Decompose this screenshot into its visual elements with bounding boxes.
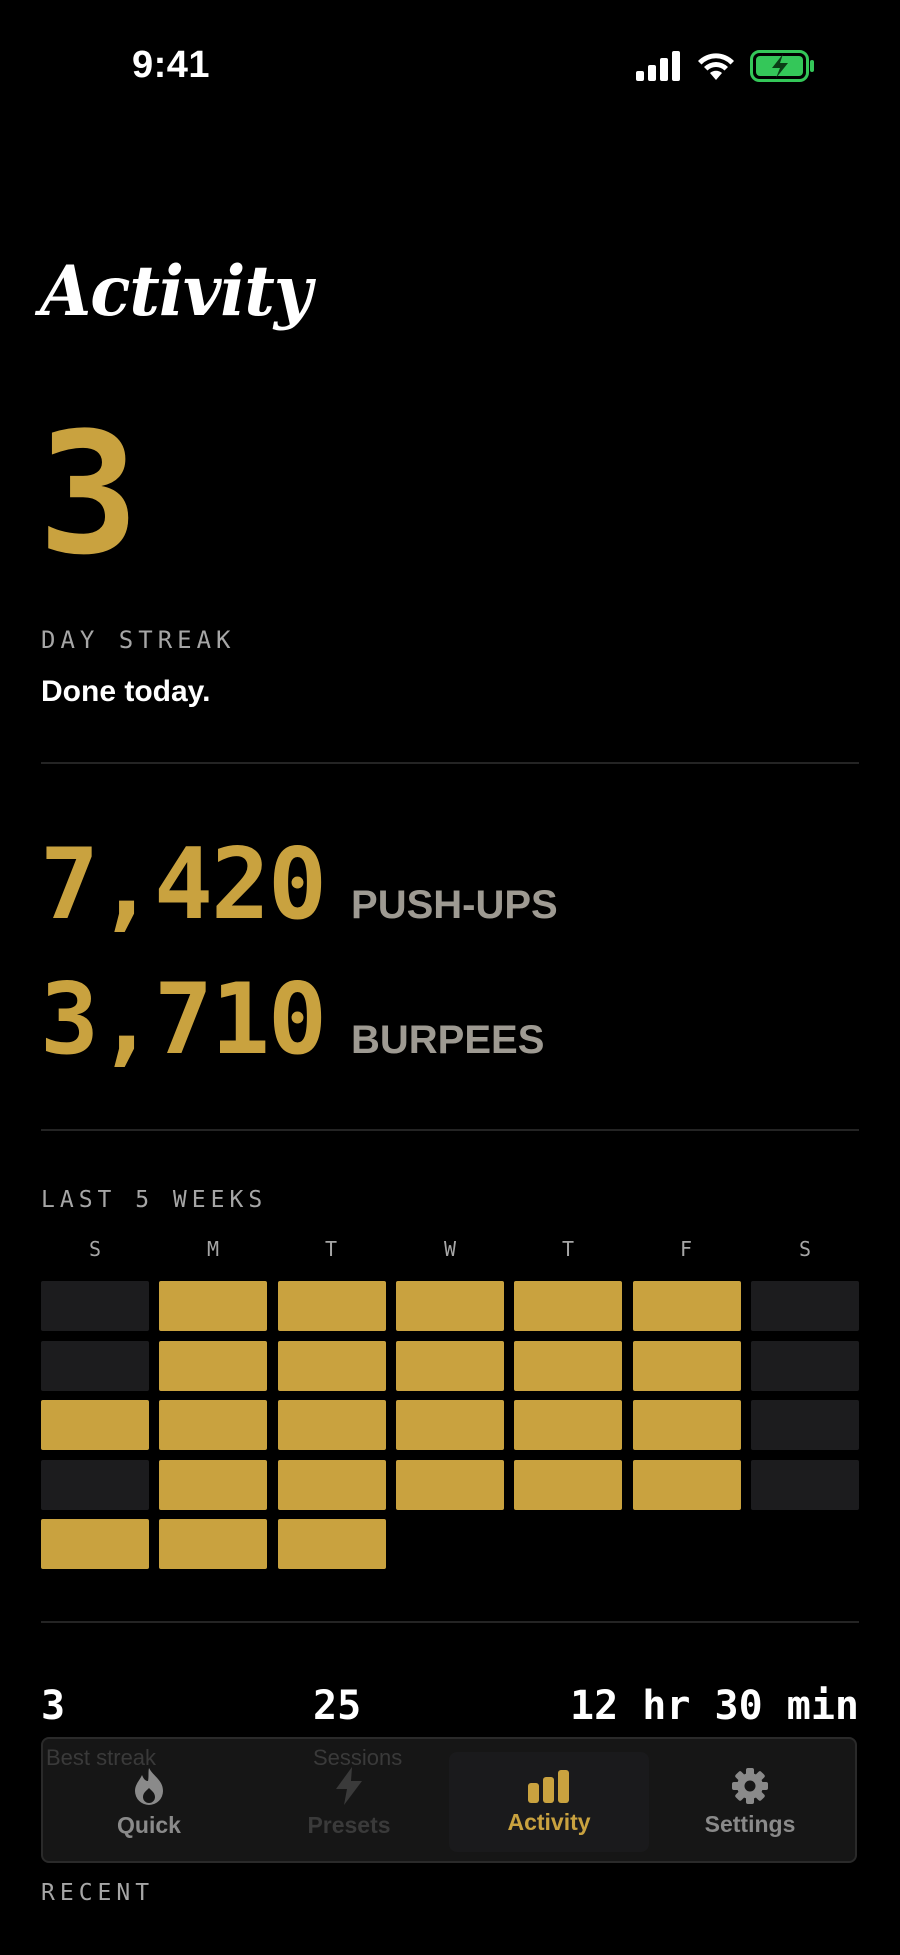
weekday-label: S [798, 1237, 812, 1261]
calendar-day-cell [159, 1281, 267, 1331]
weekday-label: S [88, 1237, 102, 1261]
bolt-icon [336, 1766, 362, 1805]
total-burpees-label: BURPEES [351, 1018, 545, 1062]
calendar-day-cell [278, 1519, 386, 1569]
calendar-day-cell [159, 1341, 267, 1391]
divider [41, 1621, 859, 1623]
weekday-label: F [679, 1237, 693, 1261]
calendar-day-cell [396, 1400, 504, 1450]
calendar-day-cell [278, 1281, 386, 1331]
calendar-day-cell [41, 1460, 149, 1510]
weekday-label: T [561, 1237, 575, 1261]
divider [41, 1129, 859, 1131]
calendar-day-cell [41, 1281, 149, 1331]
calendar-day-cell [633, 1460, 741, 1510]
calendar-day-cell [396, 1341, 504, 1391]
calendar-day-cell [41, 1341, 149, 1391]
streak-count: 3 [38, 396, 140, 592]
tab-presets[interactable]: Presets [249, 1752, 449, 1852]
gear-icon [732, 1767, 768, 1804]
calendar-day-cell [278, 1400, 386, 1450]
weekday-label: T [324, 1237, 338, 1261]
calendar-day-cell [514, 1460, 622, 1510]
tab-settings[interactable]: Settings [650, 1752, 850, 1852]
status-time: 9:41 [132, 44, 211, 86]
divider [41, 762, 859, 764]
calendar-day-cell [278, 1460, 386, 1510]
calendar-day-cell [633, 1281, 741, 1331]
status-icons [636, 46, 816, 86]
tab-activity[interactable]: Activity [449, 1752, 649, 1852]
calendar-day-cell [278, 1341, 386, 1391]
weekday-label: M [206, 1237, 220, 1261]
cellular-signal-icon [636, 51, 680, 81]
calendar-day-cell [396, 1460, 504, 1510]
wifi-icon [698, 53, 734, 80]
calendar-day-cell [41, 1400, 149, 1450]
calendar-day-cell [633, 1341, 741, 1391]
calendar-day-cell [159, 1400, 267, 1450]
calendar-label: LAST 5 WEEKS [41, 1187, 268, 1213]
total-burpees-value: 3,710 [40, 963, 327, 1077]
tab-quick[interactable]: Quick [49, 1752, 249, 1852]
tab-quick-label: Quick [117, 1811, 181, 1838]
battery-charging-icon [750, 50, 814, 82]
page-title: Activity [40, 250, 312, 332]
total-pushups-value: 7,420 [40, 828, 327, 942]
calendar-day-cell [159, 1460, 267, 1510]
calendar-day-cell [159, 1519, 267, 1569]
stat-sessions: 25 [313, 1683, 362, 1729]
stat-total-time: 12 hr 30 min [570, 1683, 859, 1729]
calendar-day-cell [514, 1341, 622, 1391]
tab-activity-label: Activity [507, 1808, 591, 1835]
calendar-day-cell [633, 1400, 741, 1450]
streak-status: Done today. [41, 675, 211, 708]
calendar-day-cell [751, 1341, 859, 1391]
tab-presets-label: Presets [307, 1811, 391, 1838]
weekday-label: W [443, 1237, 457, 1261]
recent-section-label: RECENT [41, 1880, 155, 1906]
tab-settings-label: Settings [704, 1810, 796, 1837]
calendar-day-cell [514, 1281, 622, 1331]
total-pushups: 7,420 PUSH-UPS [40, 836, 558, 934]
bar-chart-icon [528, 1769, 569, 1803]
calendar-day-cell [751, 1400, 859, 1450]
total-burpees: 3,710 BURPEES [40, 971, 544, 1069]
calendar-day-cell [514, 1400, 622, 1450]
total-pushups-label: PUSH-UPS [351, 883, 558, 927]
calendar-day-cell [396, 1281, 504, 1331]
stat-best-streak: 3 [41, 1683, 66, 1729]
calendar-day-cell [41, 1519, 149, 1569]
flame-icon [135, 1767, 163, 1805]
calendar-day-cell [751, 1460, 859, 1510]
streak-label: DAY STREAK [41, 626, 236, 654]
calendar-day-cell [751, 1281, 859, 1331]
